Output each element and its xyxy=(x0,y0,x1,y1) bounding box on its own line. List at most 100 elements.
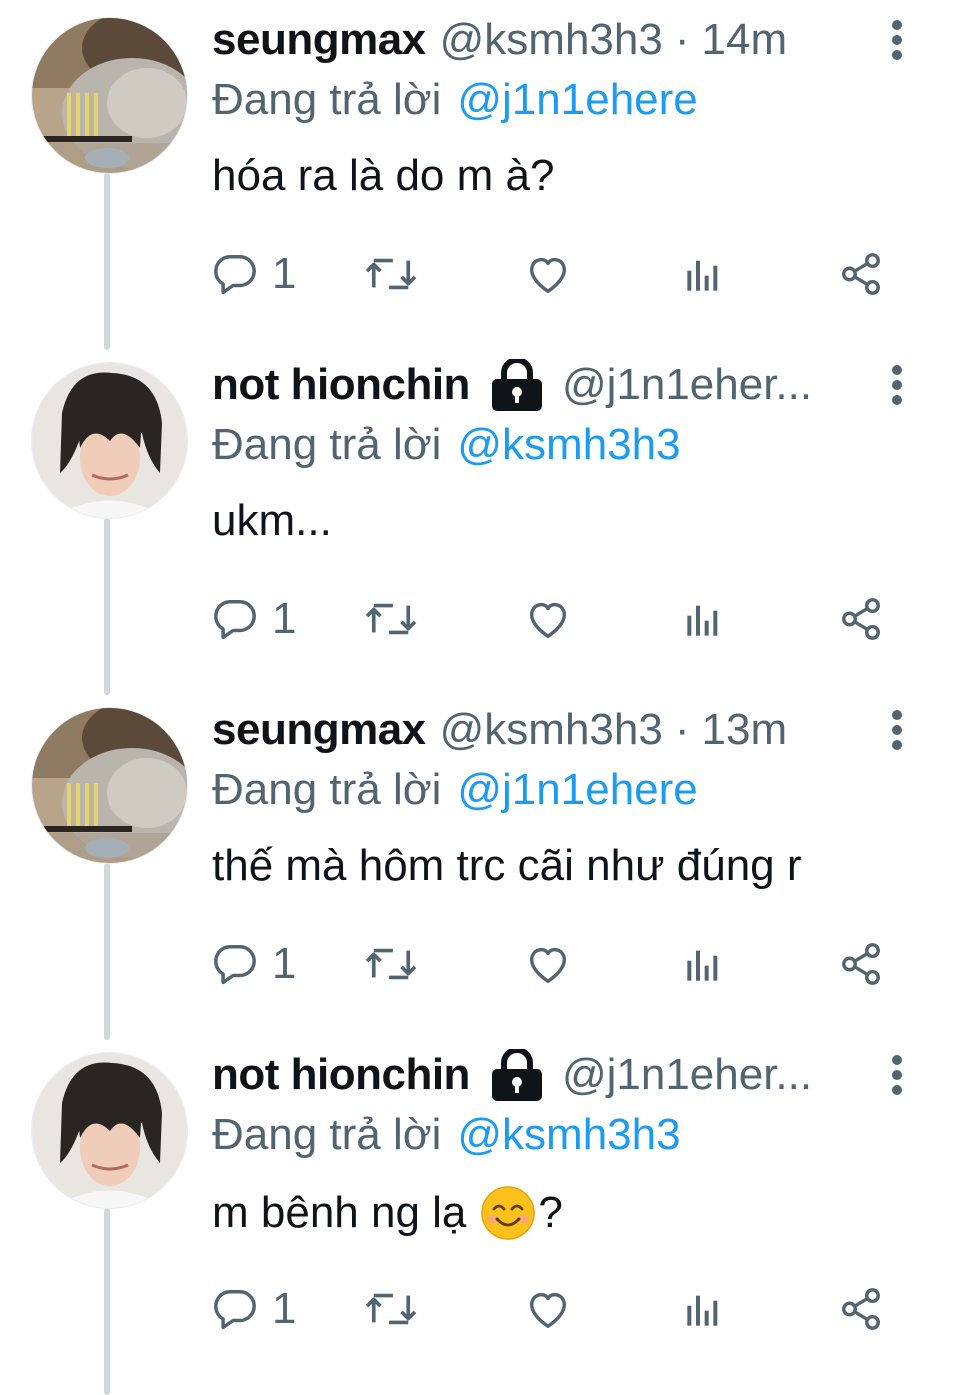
like-button[interactable] xyxy=(524,589,572,649)
reply-button[interactable]: 1 xyxy=(212,1279,296,1339)
tweet[interactable]: seungmax @ksmh3h3 · 14m Đang trả lời @j1n… xyxy=(0,0,955,345)
replying-to-label: Đang trả lời xyxy=(212,75,442,124)
avatar[interactable] xyxy=(32,1053,187,1208)
display-name[interactable]: not hionchin xyxy=(212,359,470,411)
retweet-icon xyxy=(365,948,417,980)
person-photo-image xyxy=(32,363,187,518)
tweet-actions: 1 xyxy=(212,934,892,994)
retweet-icon xyxy=(365,258,417,290)
user-handle[interactable]: @j1n1eher... xyxy=(562,359,812,411)
retweet-button[interactable] xyxy=(364,244,418,304)
tweet-text-body: ukm... xyxy=(212,496,332,545)
like-button[interactable] xyxy=(524,934,572,994)
lock-icon xyxy=(486,1047,548,1101)
tweet-actions: 1 xyxy=(212,244,892,304)
avatar[interactable] xyxy=(32,708,187,863)
retweet-icon xyxy=(365,603,417,635)
tweet[interactable]: not hionchin @j1n1eher... Đang trả lời @k… xyxy=(0,345,955,690)
replying-to: Đang trả lời @ksmh3h3 xyxy=(212,1109,681,1161)
replying-to-label: Đang trả lời xyxy=(212,420,442,469)
more-vertical-icon[interactable] xyxy=(879,708,915,752)
views-button[interactable] xyxy=(684,1279,724,1339)
reply-thread: seungmax @ksmh3h3 · 14m Đang trả lời @j1n… xyxy=(0,0,955,1395)
tweet-text: m bênh ng lạ ? xyxy=(212,1185,563,1241)
reply-button[interactable]: 1 xyxy=(212,244,296,304)
more-vertical-icon[interactable] xyxy=(879,363,915,407)
tweet-text-body: m bênh ng lạ xyxy=(212,1188,467,1237)
reply-icon xyxy=(214,255,256,295)
tweet[interactable]: not hionchin @j1n1eher... Đang trả lời @k… xyxy=(0,1035,955,1380)
share-button[interactable] xyxy=(838,934,884,994)
display-name[interactable]: seungmax xyxy=(212,704,426,756)
reply-mention-link[interactable]: @j1n1ehere xyxy=(457,765,697,814)
replying-to: Đang trả lời @ksmh3h3 xyxy=(212,419,681,471)
tweet-actions: 1 xyxy=(212,1279,892,1339)
like-button[interactable] xyxy=(524,1279,572,1339)
user-handle[interactable]: @ksmh3h3 xyxy=(440,14,663,66)
reply-count: 1 xyxy=(272,939,297,988)
reply-button[interactable]: 1 xyxy=(212,589,296,649)
pillow-photo-image xyxy=(32,708,187,863)
pillow-photo-image xyxy=(32,18,187,173)
tweet-text: hóa ra là do m à? xyxy=(212,150,554,202)
time-separator: · xyxy=(674,705,690,754)
timestamp[interactable]: 14m xyxy=(702,14,788,66)
tweet-text-body: thế mà hôm trc cãi như đúng r xyxy=(212,841,802,890)
reply-icon xyxy=(214,600,256,640)
tweet[interactable]: seungmax @ksmh3h3 · 13m Đang trả lời @j1n… xyxy=(0,690,955,1035)
replying-to-label: Đang trả lời xyxy=(212,765,442,814)
views-button[interactable] xyxy=(684,589,724,649)
tweet-text: thế mà hôm trc cãi như đúng r xyxy=(212,840,802,892)
views-chart-icon xyxy=(687,1295,718,1326)
timestamp[interactable]: 13m xyxy=(702,704,788,756)
tweet-header: not hionchin @j1n1eher... xyxy=(212,1047,915,1101)
share-button[interactable] xyxy=(838,244,884,304)
reply-button[interactable]: 1 xyxy=(212,934,296,994)
tweet-text-suffix: ? xyxy=(538,1188,563,1237)
share-button[interactable] xyxy=(838,589,884,649)
lock-icon xyxy=(486,357,548,411)
views-chart-icon xyxy=(687,605,718,636)
reply-icon xyxy=(214,1290,256,1330)
reply-mention-link[interactable]: @ksmh3h3 xyxy=(457,1110,680,1159)
heart-icon xyxy=(529,602,567,638)
retweet-button[interactable] xyxy=(364,589,418,649)
views-button[interactable] xyxy=(684,934,724,994)
reply-count: 1 xyxy=(272,1284,297,1333)
share-icon xyxy=(842,253,880,295)
tweet-header: seungmax @ksmh3h3 · 13m xyxy=(212,704,915,756)
display-name[interactable]: seungmax xyxy=(212,14,426,66)
replying-to: Đang trả lời @j1n1ehere xyxy=(212,74,698,126)
avatar[interactable] xyxy=(32,363,187,518)
reply-mention-link[interactable]: @j1n1ehere xyxy=(457,75,697,124)
tweet-header: seungmax @ksmh3h3 · 14m xyxy=(212,14,915,66)
heart-icon xyxy=(529,257,567,293)
retweet-icon xyxy=(365,1293,417,1325)
more-vertical-icon[interactable] xyxy=(879,18,915,62)
display-name[interactable]: not hionchin xyxy=(212,1049,470,1101)
avatar[interactable] xyxy=(32,18,187,173)
reply-mention-link[interactable]: @ksmh3h3 xyxy=(457,420,680,469)
tweet-text-body: hóa ra là do m à? xyxy=(212,151,555,200)
share-icon xyxy=(842,1288,880,1330)
reply-icon xyxy=(214,945,256,985)
views-button[interactable] xyxy=(684,244,724,304)
tweet-text: ukm... xyxy=(212,495,332,547)
share-button[interactable] xyxy=(838,1279,884,1339)
user-handle[interactable]: @ksmh3h3 xyxy=(440,704,663,756)
smiling-face-icon xyxy=(480,1185,536,1241)
tweet-actions: 1 xyxy=(212,589,892,649)
reply-count: 1 xyxy=(272,249,297,298)
like-button[interactable] xyxy=(524,244,572,304)
more-vertical-icon[interactable] xyxy=(879,1053,915,1097)
heart-icon xyxy=(529,1292,567,1328)
retweet-button[interactable] xyxy=(364,934,418,994)
person-photo-image xyxy=(32,1053,187,1208)
tweet-header: not hionchin @j1n1eher... xyxy=(212,357,915,411)
user-handle[interactable]: @j1n1eher... xyxy=(562,1049,812,1101)
heart-icon xyxy=(529,947,567,983)
views-chart-icon xyxy=(687,260,718,291)
time-separator: · xyxy=(674,15,690,64)
retweet-button[interactable] xyxy=(364,1279,418,1339)
replying-to-label: Đang trả lời xyxy=(212,1110,442,1159)
